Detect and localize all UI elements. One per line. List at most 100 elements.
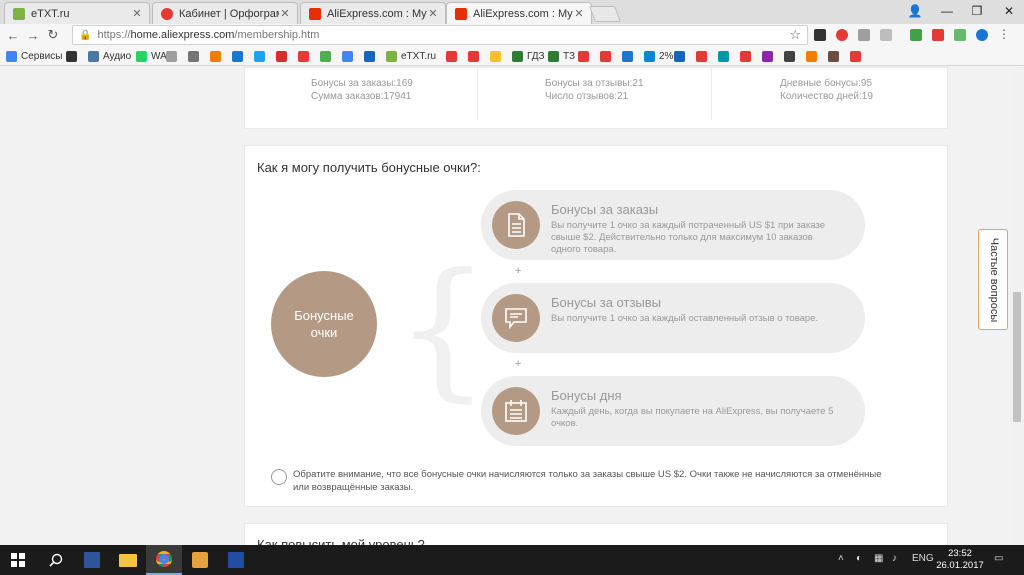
bookmark-item[interactable] [696, 50, 711, 63]
plus-sign: + [515, 265, 522, 277]
volume-icon[interactable]: ♪ [892, 553, 897, 564]
bookmark-item[interactable] [342, 50, 357, 63]
extension-icon[interactable] [954, 29, 966, 41]
bookmark-item[interactable] [740, 50, 755, 63]
bookmark-item[interactable] [232, 50, 247, 63]
section-title: Как повысить мой уровень? [257, 537, 425, 545]
extension-icon[interactable] [814, 29, 826, 41]
bookmark-item[interactable] [784, 50, 799, 63]
bookmark-favicon-icon [6, 51, 17, 62]
bookmark-item[interactable] [210, 50, 225, 63]
reload-icon[interactable]: ↻ [43, 25, 63, 45]
chrome-app-icon[interactable] [146, 545, 182, 575]
bookmark-item[interactable] [578, 50, 593, 63]
bookmark-item[interactable] [188, 50, 203, 63]
menu-icon[interactable]: ⋮ [998, 28, 1010, 40]
extension-icon[interactable] [880, 29, 892, 41]
tab-title: Кабинет | Орфограммка [179, 7, 279, 20]
maximize-icon[interactable]: ❐ [962, 0, 992, 22]
bookmark-item[interactable] [364, 50, 379, 63]
window-close-icon[interactable]: ✕ [994, 0, 1024, 22]
calendar-icon [492, 387, 540, 435]
bonus-reviews-item: Бонусы за отзывы Вы получите 1 очко за к… [481, 283, 865, 353]
tray-up-icon[interactable]: ˄ [838, 553, 844, 564]
bookmark-item[interactable] [254, 50, 269, 63]
extension-icon[interactable] [932, 29, 944, 41]
back-icon[interactable]: ← [3, 25, 23, 45]
scrollbar-thumb[interactable] [1013, 292, 1021, 422]
bookmark-star-icon[interactable]: ☆ [789, 27, 801, 43]
bookmark-item[interactable]: Аудио [88, 50, 131, 63]
info-circle-icon [271, 469, 287, 485]
bookmark-item[interactable] [850, 50, 865, 63]
bookmark-item[interactable] [718, 50, 733, 63]
bookmark-item[interactable]: eTXT.ru [386, 50, 436, 63]
extension-icon[interactable] [910, 29, 922, 41]
bookmark-favicon-icon [850, 51, 861, 62]
microphone-icon[interactable] [976, 29, 988, 41]
stat-order-bonuses: Бонусы за заказы:169 Сумма заказов:17941 [311, 78, 413, 102]
bookmark-item[interactable] [762, 50, 777, 63]
bookmark-item[interactable] [66, 50, 81, 63]
stat-daily-bonuses: Дневные бонусы:95 Количество дней:19 [780, 78, 873, 102]
keyboard-language[interactable]: ENG [912, 553, 934, 564]
bookmark-item[interactable] [468, 50, 483, 63]
bookmark-label: Аудио [103, 51, 132, 62]
bookmark-item[interactable] [320, 50, 335, 63]
tab-title: eTXT.ru [31, 7, 70, 20]
bookmark-item[interactable]: ГДЗ [512, 50, 545, 63]
network-icon[interactable]: ▦ [874, 553, 883, 564]
file-explorer-icon[interactable] [110, 545, 146, 575]
address-bar[interactable]: 🔒 https://home.aliexpress.com/membership… [72, 25, 808, 45]
bookmark-item[interactable] [600, 50, 615, 63]
windows-start-icon[interactable] [0, 545, 36, 575]
close-icon[interactable]: ✕ [131, 7, 143, 20]
bookmark-favicon-icon [188, 51, 199, 62]
bookmark-item[interactable] [446, 50, 461, 63]
bookmark-item[interactable]: ТЗ [548, 50, 575, 63]
close-icon[interactable]: ✕ [573, 7, 585, 20]
minimize-icon[interactable]: — [932, 0, 962, 22]
bonus-orders-item: Бонусы за заказы Вы получите 1 очко за к… [481, 190, 865, 260]
word-app-icon[interactable] [74, 545, 110, 575]
adblock-icon[interactable] [836, 29, 848, 41]
bookmark-item[interactable] [806, 50, 821, 63]
document-icon [492, 201, 540, 249]
bonus-note: Обратите внимание, что все бонусные очки… [293, 469, 882, 493]
tray-app-icon[interactable]: ◐ [856, 553, 862, 564]
forward-icon[interactable]: → [23, 25, 43, 45]
bookmark-item[interactable] [276, 50, 291, 63]
bookmark-favicon-icon [210, 51, 221, 62]
url-scheme: https:// [97, 29, 131, 41]
bookmark-item[interactable] [298, 50, 313, 63]
bookmark-item[interactable]: 2% [644, 50, 673, 63]
bonus-title: Бонусы дня [551, 388, 622, 403]
profile-icon[interactable]: 👤 [900, 0, 930, 22]
bookmark-item[interactable]: WA [136, 50, 167, 63]
page-scrollbar[interactable] [1010, 67, 1024, 545]
app-icon[interactable] [218, 545, 254, 575]
new-tab-button[interactable] [589, 6, 621, 22]
search-icon[interactable] [38, 545, 74, 575]
bookmark-item[interactable] [674, 50, 689, 63]
browser-tab-etxt[interactable]: eTXT.ru ✕ [4, 2, 150, 24]
faq-button[interactable]: Частые вопросы [978, 229, 1008, 330]
bookmark-item[interactable] [622, 50, 637, 63]
browser-tab-orfogrammka[interactable]: Кабинет | Орфограммка ✕ [152, 2, 298, 24]
bookmark-item[interactable] [166, 50, 181, 63]
bonus-daily-item: Бонусы дня Каждый день, когда вы покупае… [481, 376, 865, 446]
bookmark-item[interactable]: Сервисы [6, 50, 62, 63]
bookmark-item[interactable] [828, 50, 843, 63]
notifications-icon[interactable]: ▭ [994, 553, 1003, 564]
browser-tab-aliexpress-2[interactable]: AliExpress.com : My AliE ✕ [446, 2, 592, 24]
bookmark-favicon-icon [784, 51, 795, 62]
close-icon[interactable]: ✕ [427, 7, 439, 20]
browser-tab-aliexpress-1[interactable]: AliExpress.com : My AliE ✕ [300, 2, 446, 24]
extension-icon[interactable] [858, 29, 870, 41]
close-icon[interactable]: ✕ [279, 7, 291, 20]
system-clock[interactable]: 23:52 26.01.2017 [934, 548, 986, 572]
bookmark-item[interactable] [490, 50, 505, 63]
bookmark-favicon-icon [320, 51, 331, 62]
media-player-icon[interactable] [182, 545, 218, 575]
tab-strip: eTXT.ru ✕ Кабинет | Орфограммка ✕ AliExp… [0, 0, 1024, 24]
